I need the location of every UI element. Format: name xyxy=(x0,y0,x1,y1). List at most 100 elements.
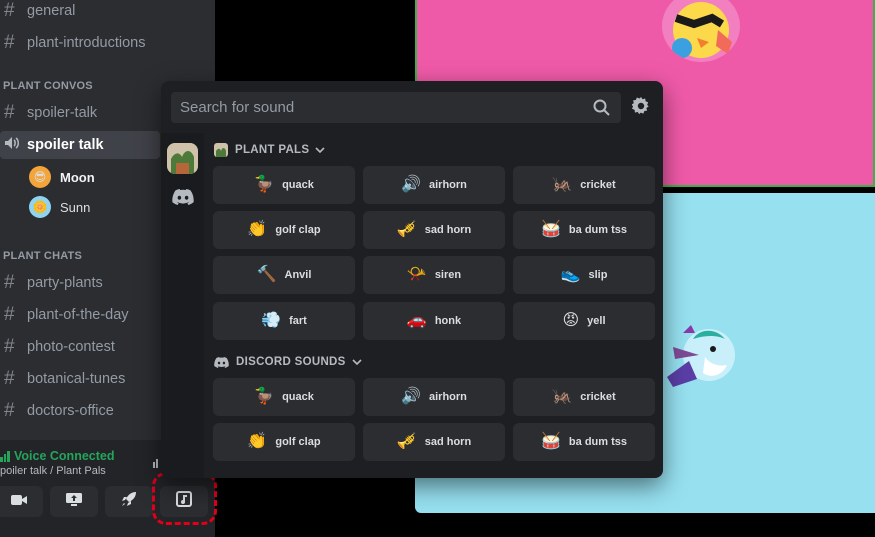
sound-button-honk[interactable]: 🚗 honk xyxy=(363,302,505,340)
discord-logo-icon xyxy=(214,356,229,368)
hash-icon: # xyxy=(4,32,15,53)
sound-search-input[interactable] xyxy=(180,99,580,116)
sound-button-ba-dum-tss[interactable]: 🥁 ba dum tss xyxy=(513,423,655,461)
sound-button-cricket[interactable]: 🦗 cricket xyxy=(513,378,655,416)
sound-label: cricket xyxy=(580,179,616,191)
sound-category-rail xyxy=(161,133,204,478)
dash-icon: 💨 xyxy=(261,312,282,329)
sound-button-anvil[interactable]: 🔨 Anvil xyxy=(213,256,355,294)
soundboard-popup: PLANT PALS 🦆 quack 🔊 airhorn 🦗 cricket 👏 gol… xyxy=(161,81,663,478)
channel-label: spoiler-talk xyxy=(27,105,98,121)
cricket-icon: 🦗 xyxy=(552,388,573,405)
plant-pals-icon xyxy=(214,143,228,157)
section-header-discord-sounds[interactable]: DISCORD SOUNDS xyxy=(214,354,362,370)
sound-label: yell xyxy=(587,315,606,327)
duck-icon: 🦆 xyxy=(254,388,275,405)
activity-button[interactable] xyxy=(105,486,153,517)
search-icon[interactable] xyxy=(593,99,610,120)
sound-button-fart[interactable]: 💨 fart xyxy=(213,302,355,340)
sound-label: sad horn xyxy=(424,436,472,448)
sound-button-golf-clap[interactable]: 👏 golf clap xyxy=(213,423,355,461)
character-avatar xyxy=(662,0,740,62)
rocket-icon xyxy=(121,491,137,512)
sound-label: golf clap xyxy=(275,224,321,236)
hash-icon: # xyxy=(4,272,15,293)
avatar: 😎 xyxy=(29,166,51,188)
camera-icon xyxy=(11,493,27,511)
section-header-plant-pals[interactable]: PLANT PALS xyxy=(214,142,325,158)
cricket-icon: 🦗 xyxy=(552,176,573,193)
channel-general[interactable]: # general xyxy=(4,0,75,25)
sound-button-quack[interactable]: 🦆 quack xyxy=(213,378,355,416)
sound-label: ba dum tss xyxy=(568,224,627,236)
sound-button-quack[interactable]: 🦆 quack xyxy=(213,166,355,204)
channel-label: doctors-office xyxy=(27,403,114,419)
sound-label: airhorn xyxy=(429,391,467,403)
car-icon: 🚗 xyxy=(406,312,427,329)
trumpet-icon: 🎺 xyxy=(396,433,417,450)
angry-face-icon: 😡 xyxy=(562,312,580,329)
soundboard-highlight-annotation xyxy=(152,472,217,525)
section-title: DISCORD SOUNDS xyxy=(236,356,346,368)
channel-label: party-plants xyxy=(27,275,103,291)
hash-icon: # xyxy=(4,304,15,325)
clap-icon: 👏 xyxy=(247,221,268,238)
section-title: PLANT PALS xyxy=(235,144,310,156)
channel-plant-of-the-day[interactable]: # plant-of-the-day xyxy=(4,301,129,329)
category-plant-convos[interactable]: PLANT CONVOS xyxy=(3,80,93,92)
sound-label: ba dum tss xyxy=(568,436,627,448)
shoe-icon: 👟 xyxy=(560,266,581,283)
voice-location[interactable]: poiler talk / Plant Pals xyxy=(0,465,106,477)
sound-button-siren[interactable]: 📯 siren xyxy=(363,256,505,294)
gear-icon[interactable] xyxy=(631,97,650,120)
channel-party-plants[interactable]: # party-plants xyxy=(4,269,103,297)
clap-icon: 👏 xyxy=(247,433,268,450)
channel-plant-introductions[interactable]: # plant-introductions xyxy=(4,29,146,57)
user-name: Moon xyxy=(60,169,95,185)
sound-button-airhorn[interactable]: 🔊 airhorn xyxy=(363,166,505,204)
horn-icon: 📯 xyxy=(406,266,427,283)
sound-button-cricket[interactable]: 🦗 cricket xyxy=(513,166,655,204)
voice-user-moon[interactable]: 😎 Moon xyxy=(29,164,95,190)
channel-label: botanical-tunes xyxy=(27,371,126,387)
category-plant-chats[interactable]: PLANT CHATS xyxy=(3,250,82,262)
hammer-icon: 🔨 xyxy=(256,266,277,283)
sound-label: honk xyxy=(434,315,462,327)
sound-label: sad horn xyxy=(424,224,472,236)
voice-status-label: Voice Connected xyxy=(14,449,115,463)
drum-icon: 🥁 xyxy=(541,433,561,450)
voice-status[interactable]: Voice Connected xyxy=(0,449,114,463)
sound-label: Anvil xyxy=(284,269,312,281)
duck-icon: 🦆 xyxy=(254,176,275,193)
sound-label: fart xyxy=(289,315,307,327)
drum-icon: 🥁 xyxy=(541,221,561,238)
hash-icon: # xyxy=(4,400,15,421)
character-avatar xyxy=(663,321,743,393)
channel-label: spoiler talk xyxy=(27,137,104,153)
sound-label: slip xyxy=(588,269,608,281)
channel-spoiler-talk-text[interactable]: # spoiler-talk xyxy=(4,99,97,127)
speaker-icon: 🔊 xyxy=(401,388,421,405)
screen-share-button[interactable] xyxy=(50,486,98,517)
sound-button-yell[interactable]: 😡 yell xyxy=(513,302,655,340)
signal-icon[interactable] xyxy=(153,457,159,472)
hash-icon: # xyxy=(4,368,15,389)
hash-icon: # xyxy=(4,336,15,357)
channel-botanical-tunes[interactable]: # botanical-tunes xyxy=(4,365,125,393)
sound-button-slip[interactable]: 👟 slip xyxy=(513,256,655,294)
sound-button-airhorn[interactable]: 🔊 airhorn xyxy=(363,378,505,416)
camera-button[interactable] xyxy=(0,486,43,517)
chevron-down-icon xyxy=(315,144,325,156)
channel-photo-contest[interactable]: # photo-contest xyxy=(4,333,115,361)
channel-label: photo-contest xyxy=(27,339,115,355)
voice-channel-spoiler-talk[interactable]: spoiler talk xyxy=(0,131,160,159)
sound-button-golf-clap[interactable]: 👏 golf clap xyxy=(213,211,355,249)
discord-logo-icon[interactable] xyxy=(172,189,194,210)
sound-button-sad-horn[interactable]: 🎺 sad horn xyxy=(363,423,505,461)
plant-pals-server-icon[interactable] xyxy=(167,143,198,174)
sound-search-box[interactable] xyxy=(171,92,621,123)
channel-doctors-office[interactable]: # doctors-office xyxy=(4,397,114,425)
sound-button-sad-horn[interactable]: 🎺 sad horn xyxy=(363,211,505,249)
sound-button-ba-dum-tss[interactable]: 🥁 ba dum tss xyxy=(513,211,655,249)
voice-user-sunn[interactable]: 🌼 Sunn xyxy=(29,194,90,220)
